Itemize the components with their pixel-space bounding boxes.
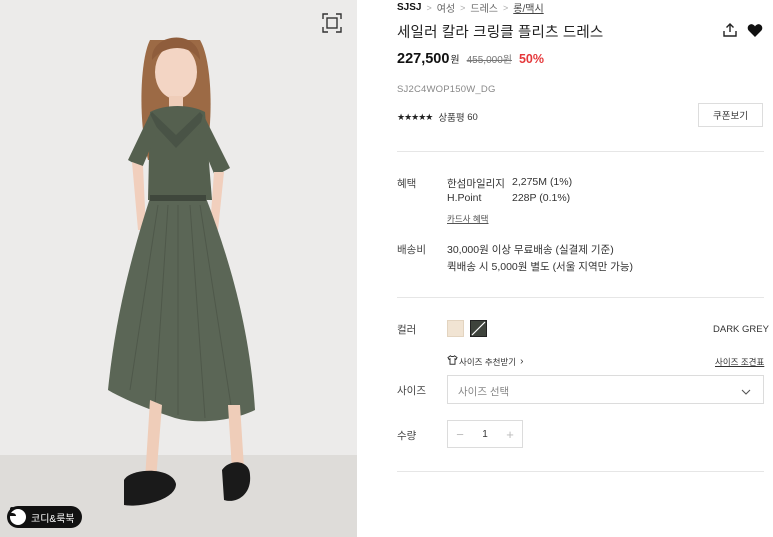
tshirt-icon	[447, 355, 458, 368]
size-recommend-link[interactable]: 사이즈 추천받기 ›	[447, 355, 523, 368]
divider	[397, 151, 764, 152]
share-icon[interactable]	[722, 22, 738, 38]
shipping-line-2: 퀵배송 시 5,000원 별도 (서울 지역만 가능)	[447, 261, 634, 273]
card-benefit-link[interactable]: 카드사 혜택	[447, 213, 488, 225]
quantity-decrease-button[interactable]: −	[448, 427, 472, 442]
product-code: SJ2C4WOP150W_DG	[397, 84, 496, 95]
breadcrumb-item-long-maxi[interactable]: 롱/맥시	[513, 0, 543, 15]
fullscreen-frame-icon[interactable]	[321, 12, 343, 34]
mileage-value: 2,275M (1%)	[512, 176, 573, 188]
coordi-lookbook-button[interactable]: 코디&룩북	[7, 506, 83, 528]
chevron-right-icon: >	[460, 2, 466, 13]
chevron-down-icon	[741, 384, 751, 395]
breadcrumb: SJSJ > 여성 > 드레스 > 롱/맥시	[397, 0, 544, 15]
review-count: 60	[467, 111, 478, 123]
hpoint-value: 228P (0.1%)	[512, 192, 571, 204]
review-label: 상품평	[438, 113, 465, 124]
color-swatch-dark-grey[interactable]	[470, 320, 487, 337]
chevron-right-icon: ›	[520, 356, 524, 367]
quantity-increase-button[interactable]: +	[498, 427, 522, 442]
size-select[interactable]: 사이즈 선택	[447, 375, 764, 404]
quantity-label: 수량	[397, 430, 417, 442]
rating-row[interactable]: ★★★★★ 상품평 60	[397, 110, 478, 125]
shipping-label: 배송비	[397, 244, 426, 256]
heart-icon[interactable]	[747, 23, 763, 38]
divider	[397, 297, 764, 298]
color-label: 컬러	[397, 324, 417, 336]
discount-rate: 50%	[518, 52, 545, 66]
hpoint-name: H.Point	[447, 192, 482, 204]
person-icon	[8, 507, 26, 525]
product-image[interactable]: 코디&룩북	[0, 0, 357, 537]
mileage-name: 한섬마일리지	[447, 178, 505, 190]
model-photo	[0, 37, 357, 537]
size-chart-link[interactable]: 사이즈 조견표	[715, 356, 764, 368]
size-select-placeholder: 사이즈 선택	[458, 386, 510, 398]
color-swatch-beige[interactable]	[447, 320, 464, 337]
size-label: 사이즈	[397, 385, 426, 397]
breadcrumb-item-women[interactable]: 여성	[437, 0, 455, 15]
divider	[397, 471, 764, 472]
benefits-label: 혜택	[397, 178, 417, 190]
product-title: 세일러 칼라 크링클 플리츠 드레스	[397, 25, 604, 41]
selected-color-name: DARK GREY	[713, 324, 769, 335]
sale-price: 227,500	[397, 51, 450, 67]
quantity-stepper: − 1 +	[447, 420, 523, 448]
price-unit: 원	[450, 55, 460, 66]
price-row: 227,500 원 455,000원 50%	[397, 51, 544, 67]
chevron-right-icon: >	[503, 2, 509, 13]
coordi-lookbook-label: 코디&룩북	[31, 513, 75, 525]
rating-stars: ★★★★★	[397, 111, 433, 122]
coupon-button[interactable]: 쿠폰보기	[698, 103, 763, 127]
breadcrumb-item-dress[interactable]: 드레스	[470, 0, 498, 15]
original-price: 455,000원	[466, 55, 512, 66]
shipping-line-1: 30,000원 이상 무료배송 (실결제 기준)	[447, 244, 614, 256]
breadcrumb-brand[interactable]: SJSJ	[397, 2, 421, 13]
size-recommend-label: 사이즈 추천받기	[459, 356, 517, 367]
chevron-right-icon: >	[426, 2, 432, 13]
quantity-value[interactable]: 1	[472, 429, 498, 440]
